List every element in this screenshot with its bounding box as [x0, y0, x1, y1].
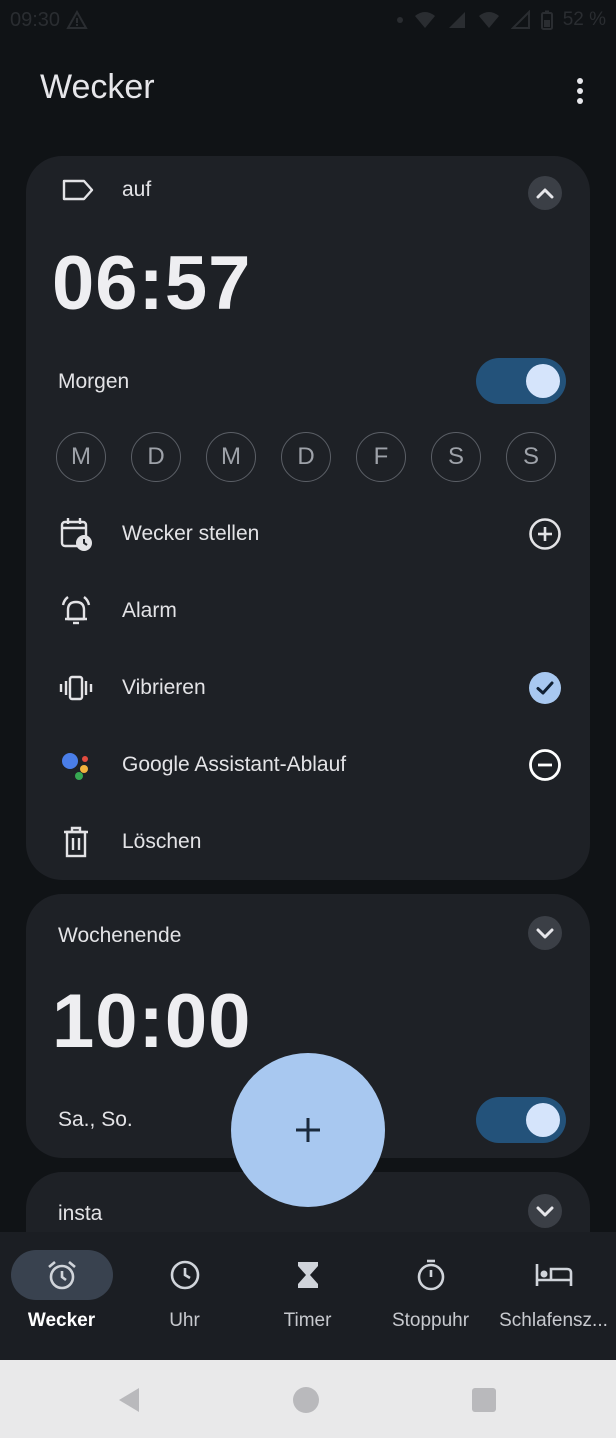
google-assistant-icon — [58, 747, 94, 783]
trash-icon — [58, 824, 94, 860]
warning-icon — [66, 10, 88, 29]
add-circle-icon — [529, 518, 561, 550]
signal-icon — [448, 12, 465, 28]
vibrate-label: Vibrieren — [122, 676, 206, 699]
alarm-icon — [47, 1261, 76, 1290]
remove-assistant-button[interactable] — [528, 748, 562, 782]
battery-icon — [540, 10, 553, 30]
collapse-button[interactable] — [528, 176, 562, 210]
sound-row[interactable]: Alarm — [58, 586, 562, 636]
chevron-up-icon — [536, 188, 554, 199]
dot-icon — [396, 17, 403, 23]
vibrate-row[interactable]: Vibrieren — [58, 663, 562, 713]
check-circle-icon — [529, 672, 561, 704]
delete-label: Löschen — [122, 830, 202, 853]
more-options-button[interactable] — [566, 74, 594, 108]
sound-label: Alarm — [122, 599, 177, 622]
nav-label: Uhr — [169, 1310, 200, 1331]
calendar-clock-icon — [58, 516, 94, 552]
alarm-toggle[interactable] — [476, 1097, 566, 1143]
assistant-row[interactable]: Google Assistant-Ablauf — [58, 740, 562, 790]
status-time: 09:30 — [10, 8, 61, 31]
alarm-card-morgen[interactable]: auf 06:57 Morgen M D M D F S S Wecker st… — [26, 156, 590, 880]
nav-label: Timer — [283, 1310, 332, 1331]
nav-label: Stoppuhr — [391, 1310, 470, 1331]
nav-wecker[interactable]: Wecker — [0, 1250, 123, 1332]
alarm-time[interactable]: 10:00 — [52, 978, 251, 1065]
back-icon[interactable] — [115, 1386, 143, 1414]
battery-level: 52 % — [562, 9, 606, 30]
clock-icon — [170, 1260, 199, 1290]
stopwatch-icon — [417, 1259, 444, 1291]
delete-row[interactable]: Löschen — [58, 817, 562, 867]
assistant-label: Google Assistant-Ablauf — [122, 753, 347, 776]
day-monday[interactable]: M — [56, 432, 106, 482]
day-wednesday[interactable]: M — [206, 432, 256, 482]
nav-label: Wecker — [27, 1310, 96, 1331]
alarm-label-row[interactable]: auf — [62, 178, 151, 202]
schedule-label: Wecker stellen — [122, 522, 260, 545]
schedule-row[interactable]: Wecker stellen — [58, 509, 562, 559]
wifi-call-icon-2 — [478, 12, 499, 28]
alarm-toggle[interactable] — [476, 358, 566, 404]
nav-stoppuhr[interactable]: Stoppuhr — [369, 1250, 492, 1332]
bed-icon — [535, 1264, 572, 1286]
nav-uhr[interactable]: Uhr — [123, 1250, 246, 1332]
day-tuesday[interactable]: D — [131, 432, 181, 482]
remove-circle-icon — [529, 749, 561, 781]
signal-icon-2 — [510, 10, 530, 29]
vibration-icon — [58, 670, 94, 706]
day-thursday[interactable]: D — [281, 432, 331, 482]
nav-label: Schlafensz... — [499, 1310, 608, 1331]
alarm-name: Morgen — [58, 370, 130, 393]
recents-icon[interactable] — [470, 1386, 498, 1414]
page-title: Wecker — [40, 68, 155, 106]
add-schedule-button[interactable] — [528, 517, 562, 551]
status-bar: 09:30 52 % — [0, 0, 616, 40]
day-sunday[interactable]: S — [506, 432, 556, 482]
day-saturday[interactable]: S — [431, 432, 481, 482]
alarm-bell-icon — [58, 593, 94, 629]
vibrate-checkbox[interactable] — [528, 671, 562, 705]
bottom-navigation: Wecker Uhr Timer Stoppuhr Schlafensz... — [0, 1232, 616, 1360]
more-vert-icon — [577, 78, 583, 84]
home-icon[interactable] — [292, 1386, 320, 1414]
nav-schlafenszeit[interactable]: Schlafensz... — [492, 1250, 615, 1332]
expand-button[interactable] — [528, 916, 562, 950]
alarm-label: insta — [58, 1202, 103, 1225]
chevron-down-icon — [536, 1206, 554, 1217]
label-icon — [62, 179, 94, 201]
wifi-call-icon — [414, 12, 435, 28]
day-selector: M D M D F S S — [56, 432, 556, 482]
day-friday[interactable]: F — [356, 432, 406, 482]
system-navigation-bar — [0, 1360, 616, 1438]
expand-button[interactable] — [528, 1194, 562, 1228]
alarm-time[interactable]: 06:57 — [52, 240, 251, 327]
alarm-days-summary: Sa., So. — [58, 1108, 133, 1131]
nav-timer[interactable]: Timer — [246, 1250, 369, 1332]
alarm-label: Wochenende — [58, 924, 182, 947]
add-alarm-button[interactable] — [231, 1053, 385, 1207]
plus-icon — [296, 1118, 320, 1142]
alarm-label: auf — [122, 178, 152, 201]
hourglass-icon — [297, 1262, 318, 1288]
chevron-down-icon — [536, 928, 554, 939]
